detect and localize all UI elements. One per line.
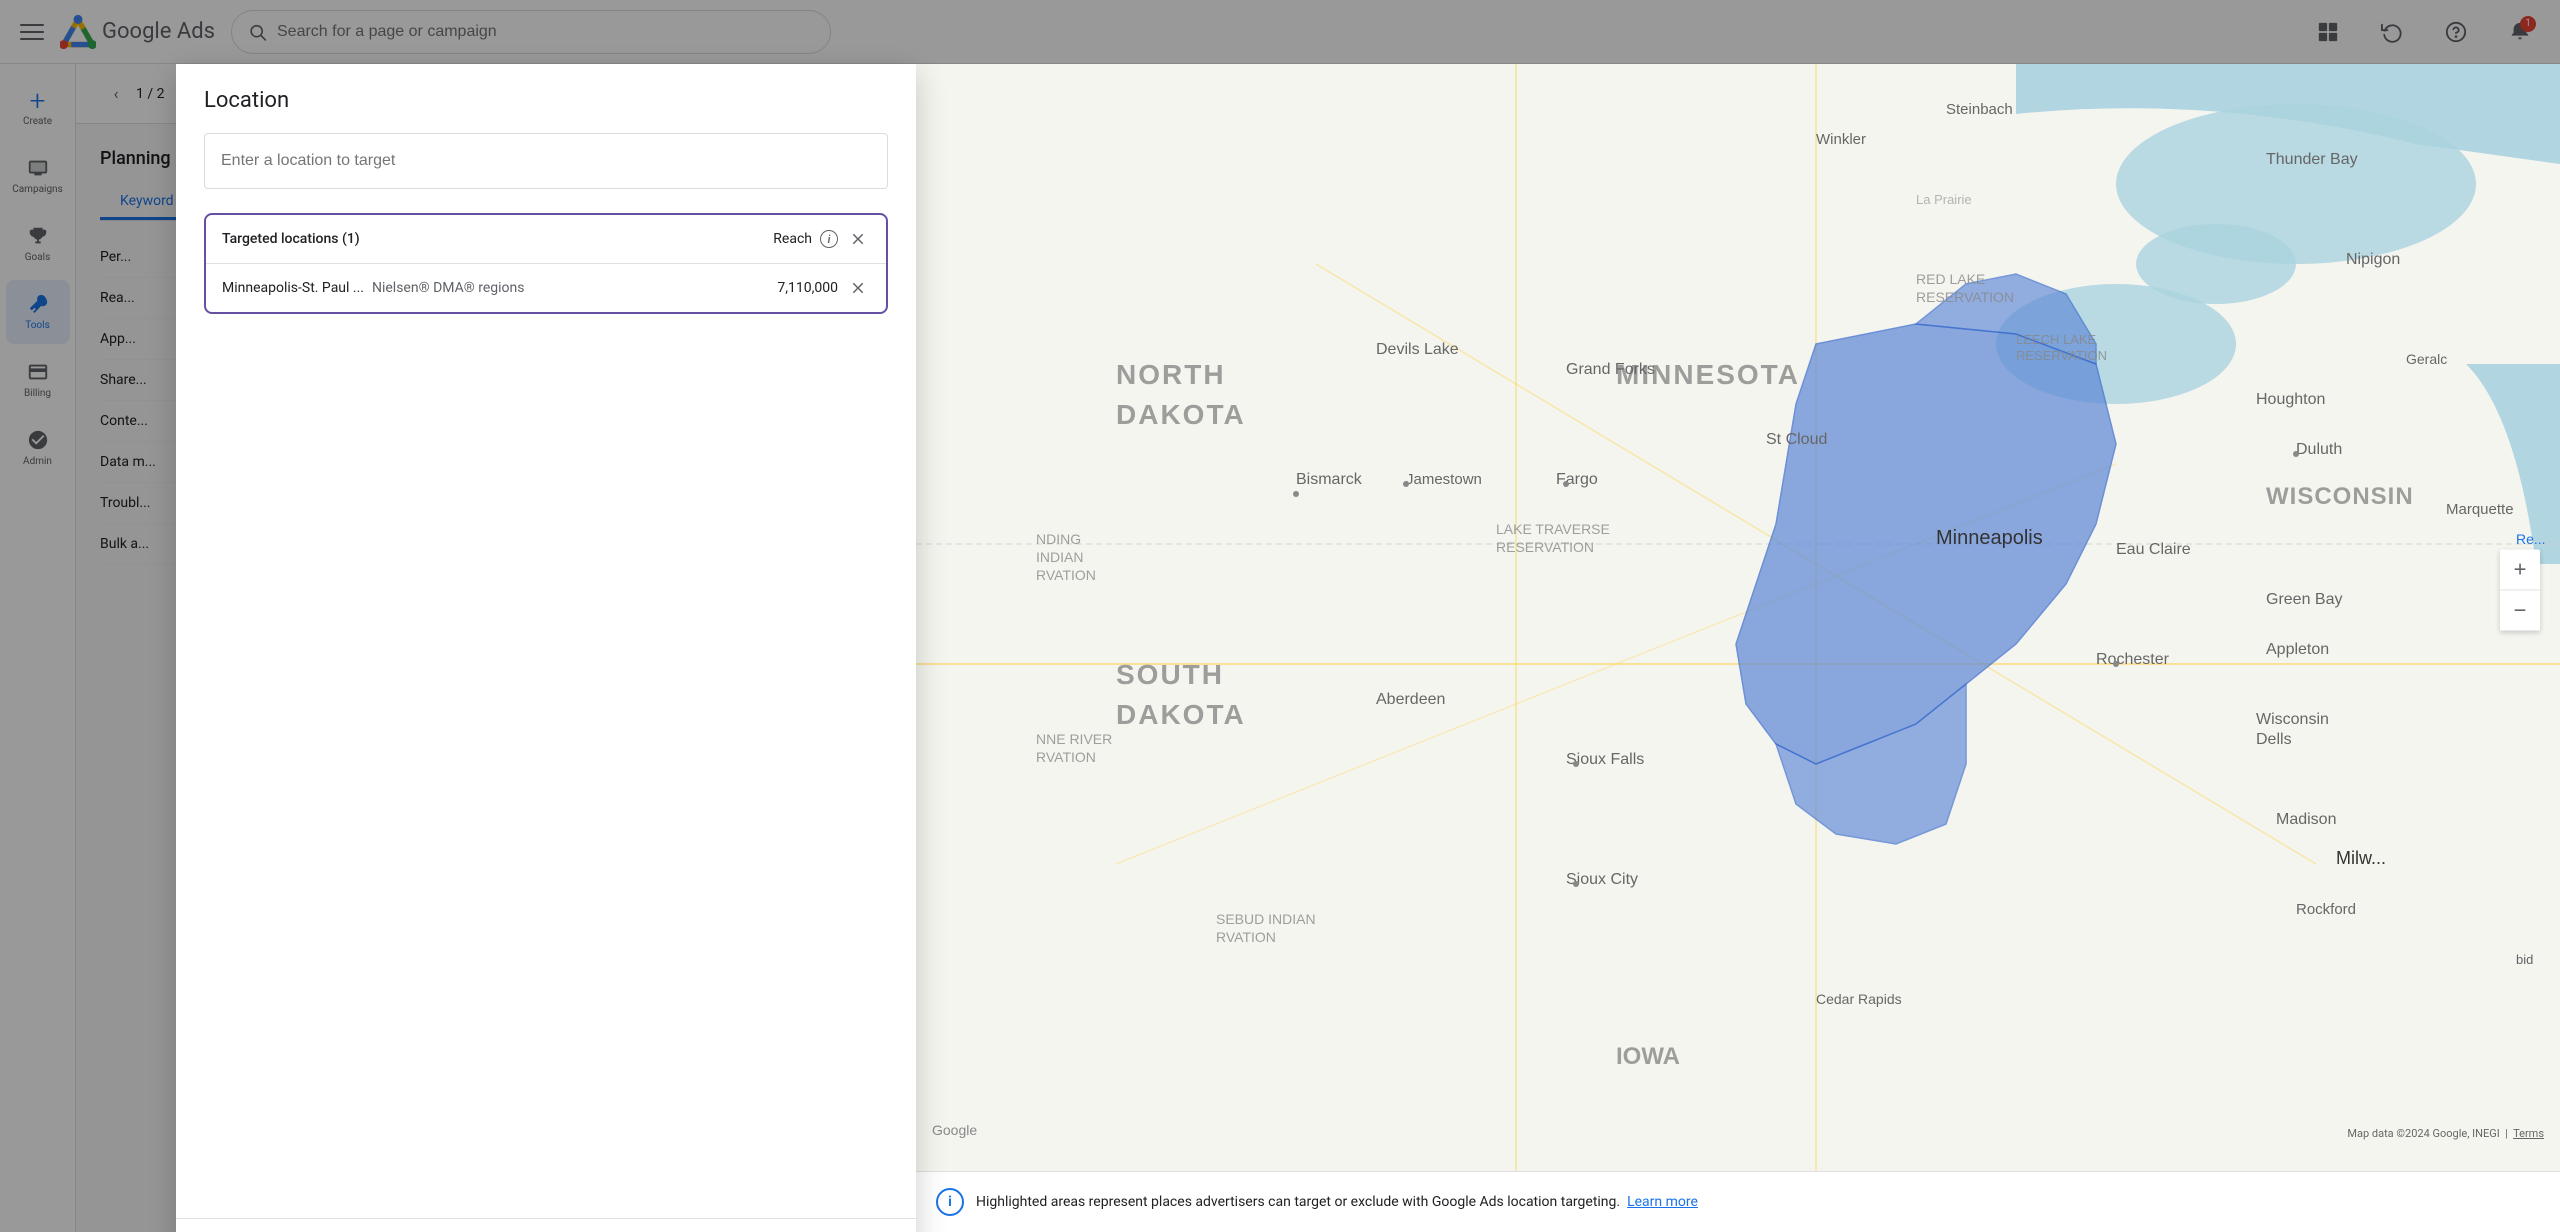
modal-header: Location <box>176 64 916 133</box>
targeted-location-row: Minneapolis-St. Paul ... Nielsen® DMA® r… <box>206 264 886 312</box>
terms-link[interactable]: Terms <box>2513 1127 2544 1140</box>
reach-info-icon[interactable]: i <box>820 230 838 248</box>
svg-text:Houghton: Houghton <box>2256 391 2325 408</box>
svg-text:Nipigon: Nipigon <box>2346 251 2400 268</box>
svg-text:INDIAN: INDIAN <box>1036 549 1083 565</box>
targeted-locations-box: Targeted locations (1) Reach i Minneapol… <box>204 213 888 314</box>
svg-text:LEECH LAKE: LEECH LAKE <box>2016 332 2097 347</box>
remove-location-icon <box>849 279 867 297</box>
svg-text:Duluth: Duluth <box>2296 441 2342 458</box>
svg-text:Grand Forks: Grand Forks <box>1566 361 1655 378</box>
svg-text:Jamestown: Jamestown <box>1406 471 1482 488</box>
svg-text:Milw...: Milw... <box>2336 848 2386 868</box>
svg-text:Re...: Re... <box>2516 531 2546 547</box>
svg-text:Geralc: Geralc <box>2406 351 2447 367</box>
svg-text:Google: Google <box>932 1122 977 1138</box>
svg-text:RESERVATION: RESERVATION <box>2016 348 2107 363</box>
svg-text:NDING: NDING <box>1036 531 1081 547</box>
map-info-text: Highlighted areas represent places adver… <box>976 1194 1698 1210</box>
svg-text:IOWA: IOWA <box>1616 1043 1680 1070</box>
svg-text:St Cloud: St Cloud <box>1766 431 1827 448</box>
zoom-in-button[interactable]: + <box>2500 549 2540 589</box>
location-input-wrapper <box>204 133 888 189</box>
location-name: Minneapolis-St. Paul ... <box>222 280 364 296</box>
modal-body: Targeted locations (1) Reach i Minneapol… <box>176 133 916 1218</box>
svg-text:Madison: Madison <box>2276 811 2336 828</box>
targeted-header-right: Reach i <box>773 227 870 251</box>
svg-text:RVATION: RVATION <box>1216 929 1276 945</box>
svg-text:bid: bid <box>2516 952 2533 967</box>
close-icon <box>849 230 867 248</box>
reach-label: Reach <box>773 231 812 247</box>
location-row-remove[interactable] <box>846 276 870 300</box>
svg-text:Aberdeen: Aberdeen <box>1376 691 1445 708</box>
svg-text:DAKOTA: DAKOTA <box>1116 399 1246 430</box>
targeted-locations-close[interactable] <box>846 227 870 251</box>
svg-text:Appleton: Appleton <box>2266 641 2329 658</box>
svg-text:Green Bay: Green Bay <box>2266 591 2342 608</box>
modal-footer: Cancel Save <box>176 1218 916 1232</box>
learn-more-link[interactable]: Learn more <box>1627 1194 1698 1210</box>
svg-text:Rockford: Rockford <box>2296 901 2356 918</box>
svg-text:Eau Claire: Eau Claire <box>2116 541 2191 558</box>
map-info-bar: i Highlighted areas represent places adv… <box>916 1171 2560 1232</box>
svg-text:RESERVATION: RESERVATION <box>1916 289 2014 305</box>
location-modal: Location Targeted locations (1) Reach i <box>176 64 916 1232</box>
map-area: NORTH DAKOTA MINNESOTA SOUTH DAKOTA WISC… <box>916 64 2560 1232</box>
svg-text:Minneapolis: Minneapolis <box>1936 527 2043 549</box>
region-type: Nielsen® DMA® regions <box>372 280 769 296</box>
svg-text:RVATION: RVATION <box>1036 749 1096 765</box>
google-logo-icon: Google <box>932 1120 992 1140</box>
svg-text:Fargo: Fargo <box>1556 471 1598 488</box>
targeted-locations-label: Targeted locations (1) <box>222 231 360 247</box>
svg-text:SEBUD INDIAN: SEBUD INDIAN <box>1216 911 1316 927</box>
svg-text:RED LAKE: RED LAKE <box>1916 271 1985 287</box>
svg-text:NORTH: NORTH <box>1116 359 1226 390</box>
svg-text:Rochester: Rochester <box>2096 651 2170 668</box>
modal-overlay: Location Targeted locations (1) Reach i <box>0 0 2560 1232</box>
svg-text:WISCONSIN: WISCONSIN <box>2266 483 2414 510</box>
svg-text:Dells: Dells <box>2256 731 2292 748</box>
map-info-icon: i <box>936 1188 964 1216</box>
map-attribution: Map data ©2024 Google, INEGI | Terms <box>2347 1127 2544 1140</box>
zoom-out-button[interactable]: − <box>2500 590 2540 630</box>
svg-text:Devils Lake: Devils Lake <box>1376 341 1459 358</box>
svg-text:Wisconsin: Wisconsin <box>2256 711 2329 728</box>
svg-text:Steinbach: Steinbach <box>1946 101 2013 118</box>
svg-text:LAKE TRAVERSE: LAKE TRAVERSE <box>1496 521 1610 537</box>
map-svg: NORTH DAKOTA MINNESOTA SOUTH DAKOTA WISC… <box>916 64 2560 1232</box>
svg-text:Marquette: Marquette <box>2446 501 2514 518</box>
svg-text:Winkler: Winkler <box>1816 131 1866 148</box>
svg-text:Cedar Rapids: Cedar Rapids <box>1816 991 1902 1007</box>
svg-text:DAKOTA: DAKOTA <box>1116 699 1246 730</box>
svg-text:Thunder Bay: Thunder Bay <box>2266 151 2358 168</box>
modal-title: Location <box>204 88 888 113</box>
google-watermark: Google <box>932 1120 992 1140</box>
svg-text:Bismarck: Bismarck <box>1296 471 1363 488</box>
reach-value: 7,110,000 <box>777 280 838 296</box>
svg-text:RVATION: RVATION <box>1036 567 1096 583</box>
svg-text:RESERVATION: RESERVATION <box>1496 539 1594 555</box>
location-search-input[interactable] <box>204 133 888 189</box>
map-zoom-controls: + − <box>2500 549 2540 630</box>
svg-text:SOUTH: SOUTH <box>1116 659 1224 690</box>
svg-text:La Prairie: La Prairie <box>1916 192 1972 207</box>
targeted-header: Targeted locations (1) Reach i <box>206 215 886 264</box>
svg-text:NNE RIVER: NNE RIVER <box>1036 731 1112 747</box>
